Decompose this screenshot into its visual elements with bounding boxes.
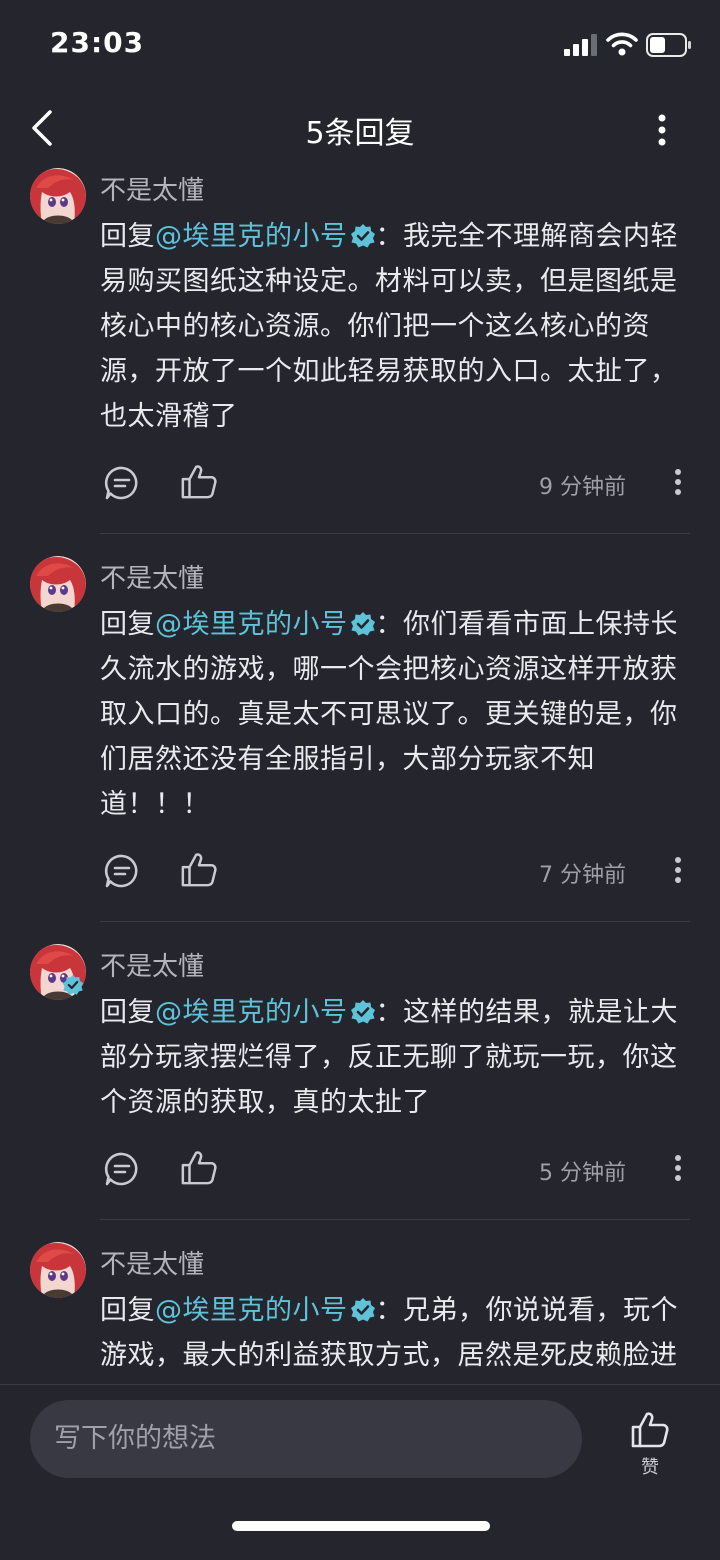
- comment-item[interactable]: 不是太懂 回复@埃里克的小号 ：这样的结果，就是让大部分玩家摆烂得了，反正无聊了…: [0, 942, 720, 1220]
- comment-actions: 5 分钟前: [100, 1125, 690, 1219]
- signal-icon: [564, 34, 597, 56]
- mention-link[interactable]: @埃里克的小号: [155, 221, 348, 252]
- reply-bubble-icon[interactable]: [104, 1151, 140, 1187]
- avatar[interactable]: [30, 1242, 86, 1298]
- divider: [100, 921, 690, 922]
- comment-author[interactable]: 不是太懂: [100, 558, 204, 595]
- comment-author[interactable]: 不是太懂: [100, 1244, 204, 1281]
- divider: [100, 533, 690, 534]
- nav-header: 5条回复: [0, 90, 720, 166]
- thumbs-up-icon[interactable]: [180, 1149, 218, 1187]
- avatar[interactable]: [30, 168, 86, 224]
- comment-timestamp: 9 分钟前: [539, 475, 626, 500]
- reply-bubble-icon[interactable]: [104, 853, 140, 889]
- avatar-verified-icon: [62, 974, 84, 995]
- mention-link[interactable]: @埃里克的小号: [155, 997, 348, 1028]
- thumbs-up-icon[interactable]: [180, 851, 218, 889]
- comment-author[interactable]: 不是太懂: [100, 170, 204, 207]
- comment-timestamp: 5 分钟前: [539, 1161, 626, 1186]
- thumbs-up-icon[interactable]: [180, 463, 218, 501]
- avatar[interactable]: [30, 556, 86, 612]
- mention-link[interactable]: @埃里克的小号: [155, 609, 348, 640]
- comment-item[interactable]: 不是太懂 回复@埃里克的小号 ：你们看看市面上保持长久流水的游戏，哪一个会把核心…: [0, 554, 720, 922]
- status-time: 23:03: [50, 26, 145, 59]
- comment-body: ：我完全不理解商会内轻易购买图纸这种设定。材料可以卖，但是图纸是核心中的核心资源…: [100, 221, 678, 432]
- comment-timestamp: 7 分钟前: [539, 863, 626, 888]
- comment-input[interactable]: 写下你的想法: [30, 1400, 582, 1478]
- more-vertical-icon[interactable]: [672, 855, 684, 885]
- home-indicator: [232, 1521, 490, 1531]
- more-vertical-icon[interactable]: [650, 110, 674, 150]
- comment-actions: 9 分钟前: [100, 439, 690, 533]
- mention-link[interactable]: @埃里克的小号: [155, 1295, 348, 1326]
- divider: [100, 1219, 690, 1220]
- more-vertical-icon[interactable]: [672, 467, 684, 497]
- verified-badge-icon: [350, 224, 375, 248]
- verified-badge-icon: [350, 612, 375, 636]
- like-label[interactable]: 赞: [630, 1453, 670, 1479]
- reply-prefix: 回复: [100, 1295, 155, 1326]
- verified-badge-icon: [350, 1000, 375, 1024]
- comment-item[interactable]: 不是太懂 回复@埃里克的小号 ：兄弟，你说说看，玩个游戏，最大的利益获取方式，居…: [0, 1240, 720, 1384]
- reply-bubble-icon[interactable]: [104, 465, 140, 501]
- status-bar: 23:03: [0, 0, 720, 90]
- reply-prefix: 回复: [100, 997, 155, 1028]
- verified-badge-icon: [350, 1298, 375, 1322]
- wifi-icon: [606, 32, 638, 56]
- more-vertical-icon[interactable]: [672, 1153, 684, 1183]
- reply-prefix: 回复: [100, 609, 155, 640]
- thumbs-up-icon[interactable]: [630, 1411, 670, 1449]
- comment-actions: 7 分钟前: [100, 827, 690, 921]
- reply-prefix: 回复: [100, 221, 155, 252]
- comment-author[interactable]: 不是太懂: [100, 946, 204, 983]
- page-title: 5条回复: [305, 116, 415, 151]
- comment-composer: 写下你的想法 赞: [0, 1384, 720, 1560]
- comment-item[interactable]: 不是太懂 回复@埃里克的小号 ：我完全不理解商会内轻易购买图纸这种设定。材料可以…: [0, 166, 720, 534]
- battery-icon: [646, 33, 691, 57]
- reply-list[interactable]: 不是太懂 回复@埃里克的小号 ：我完全不理解商会内轻易购买图纸这种设定。材料可以…: [0, 166, 720, 1384]
- comment-body: ：你们看看市面上保持长久流水的游戏，哪一个会把核心资源这样开放获取入口的。真是太…: [100, 609, 678, 820]
